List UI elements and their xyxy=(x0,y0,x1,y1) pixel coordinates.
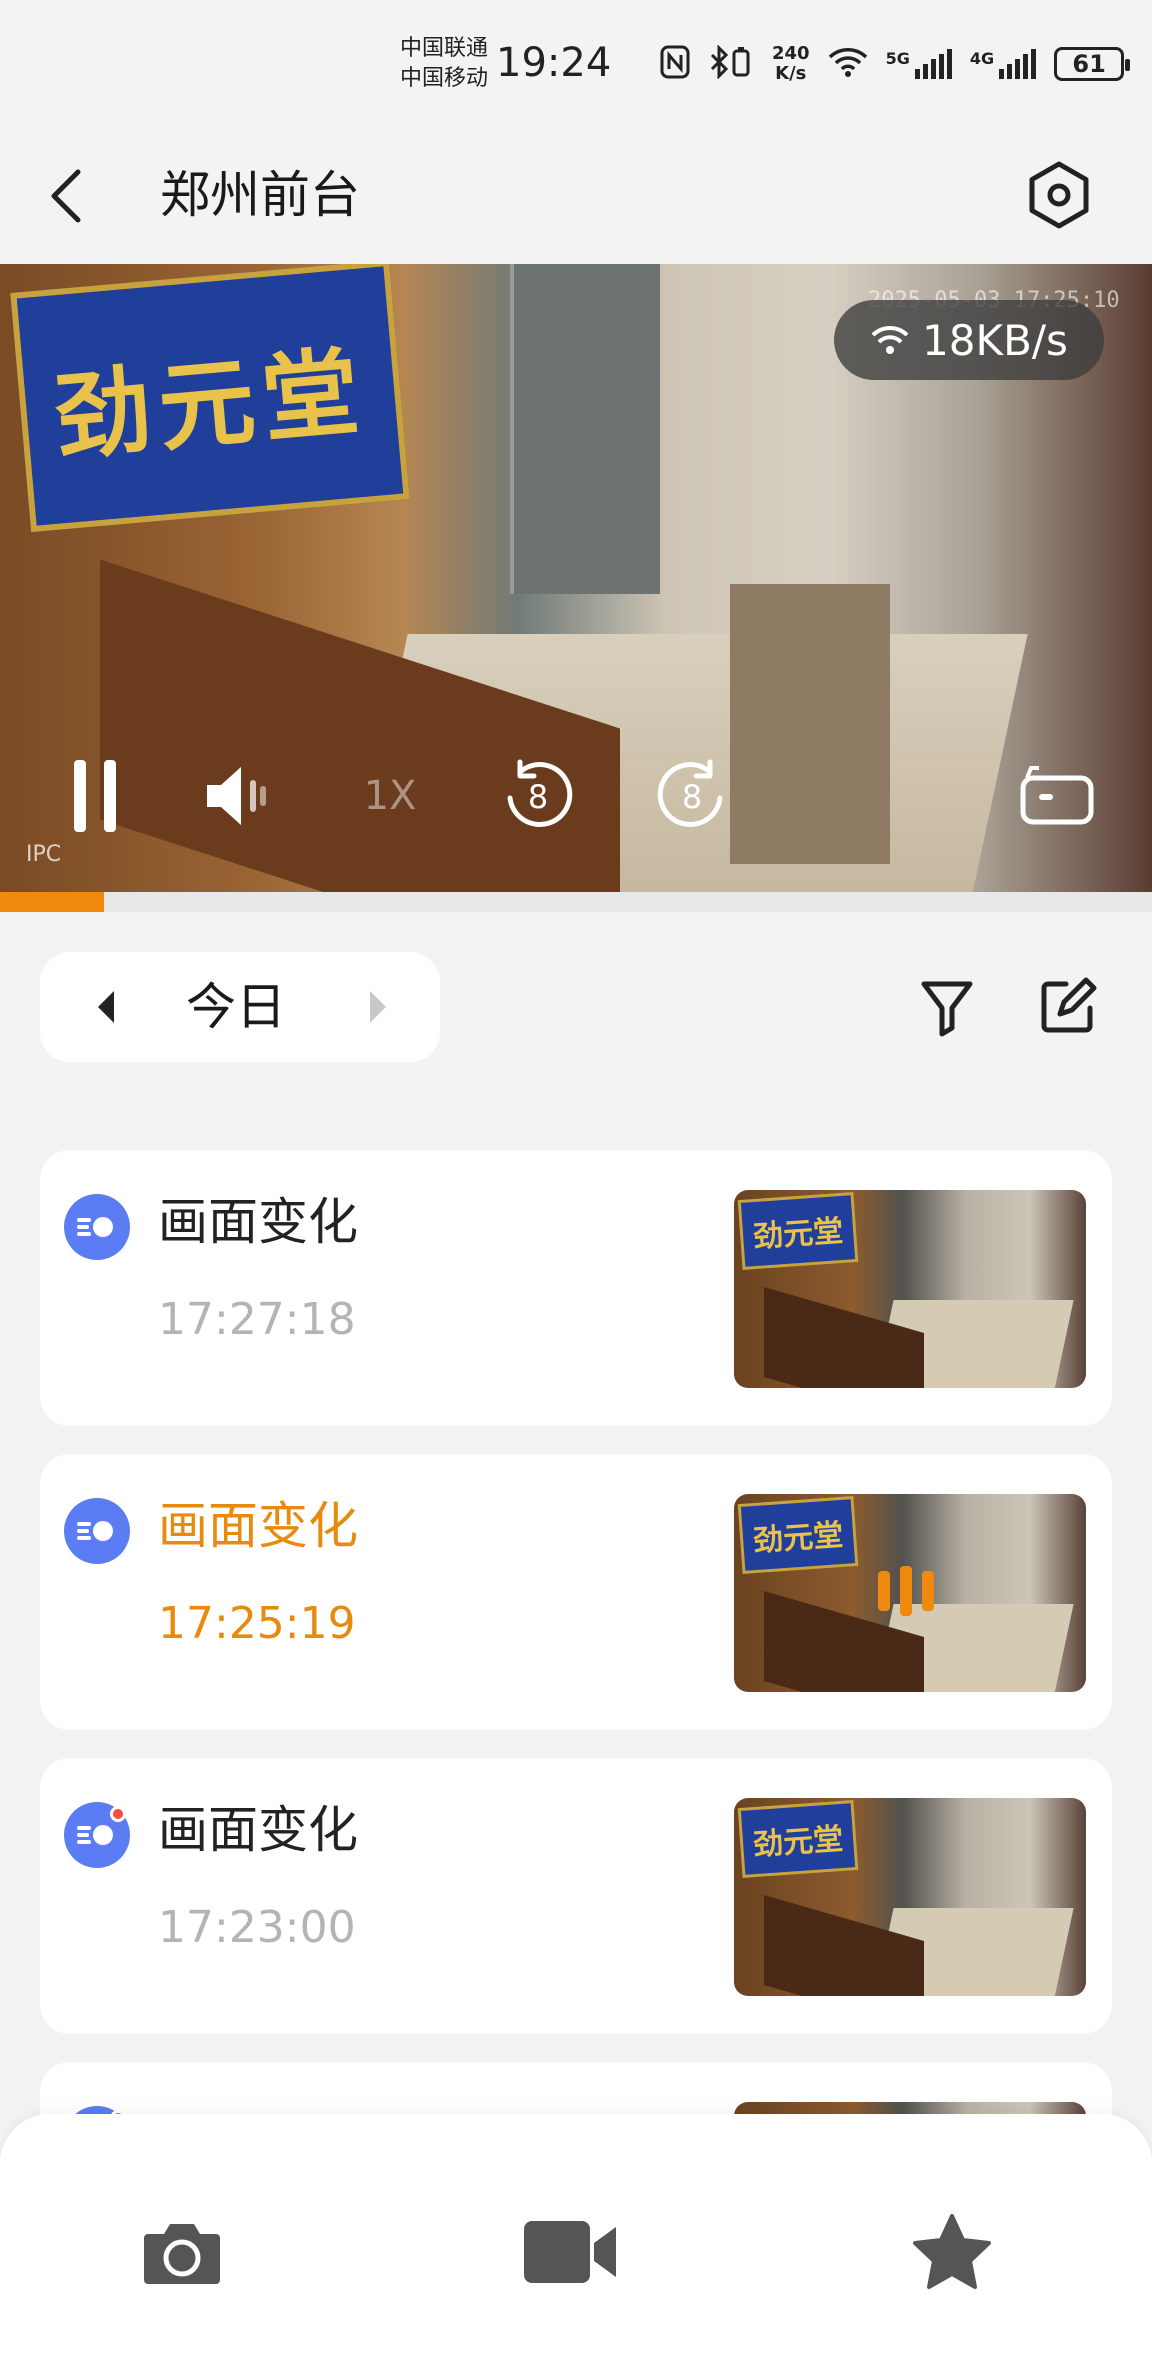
battery-icon: 61 xyxy=(1054,47,1131,81)
back-button[interactable] xyxy=(40,160,100,230)
date-selector: 今日 xyxy=(40,952,440,1062)
battery-level: 61 xyxy=(1072,50,1106,78)
previous-day-button[interactable] xyxy=(84,982,128,1032)
settings-button[interactable] xyxy=(1022,158,1096,232)
player-controls: 1X 8 8 xyxy=(0,746,1152,856)
filter-funnel-icon xyxy=(921,981,973,1037)
fullscreen-button[interactable] xyxy=(1012,746,1102,846)
event-item[interactable]: 画面变化 17:27:18 劲元堂 xyxy=(40,1150,1112,1426)
video-player[interactable]: 劲元堂 2025-05-03 17:25:10 18KB/s IPC 1X 8 … xyxy=(0,264,1152,892)
network-speed-unit: K/s xyxy=(775,63,807,84)
event-time: 17:27:18 xyxy=(158,1294,356,1345)
wifi-icon xyxy=(828,46,868,82)
bitrate-value: 18KB/s xyxy=(922,315,1068,365)
bluetooth-battery-icon xyxy=(708,44,754,83)
status-icons: 240 K/s 5G 4G 61 xyxy=(660,44,1131,84)
speaker-muted-icon xyxy=(207,767,266,825)
event-thumbnail[interactable]: 劲元堂 xyxy=(734,1190,1086,1388)
rewind-button[interactable]: 8 xyxy=(498,746,578,846)
event-item[interactable]: 画面变化 17:23:00 劲元堂 xyxy=(40,1758,1112,2034)
top-nav-bar: 郑州前台 xyxy=(0,130,1152,264)
mute-button[interactable] xyxy=(196,746,286,846)
star-icon xyxy=(913,2214,991,2289)
event-thumbnail[interactable]: 劲元堂 xyxy=(734,1798,1086,1996)
rewind-8s-icon: 8 xyxy=(507,759,573,827)
event-item-playing[interactable]: 画面变化 17:25:19 劲元堂 xyxy=(40,1454,1112,1730)
signal-5g-icon: 5G xyxy=(886,49,952,79)
mobile-2-label: 4G xyxy=(969,49,995,68)
event-time: 17:23:00 xyxy=(158,1902,356,1953)
network-speed-value: 240 xyxy=(772,43,810,64)
forward-seconds: 8 xyxy=(682,778,702,816)
carrier-2: 中国移动 xyxy=(400,66,489,91)
record-button[interactable] xyxy=(520,2204,620,2300)
event-time: 17:25:19 xyxy=(158,1598,356,1649)
caret-left-icon xyxy=(98,991,114,1023)
rewind-seconds: 8 xyxy=(528,778,548,816)
carrier-1: 中国联通 xyxy=(400,36,489,61)
motion-event-icon xyxy=(64,1802,130,1868)
event-title: 画面变化 xyxy=(158,1801,358,1859)
mobile-1-label: 5G xyxy=(885,49,910,68)
signal-4g-icon: 4G xyxy=(969,49,1037,79)
status-bar: 中国联通 中国移动 19:24 240 K/s 5G 4G 61 xyxy=(0,0,1152,130)
carrier-names: 中国联通 中国移动 xyxy=(400,34,488,94)
playback-speed-button[interactable]: 1X xyxy=(350,746,430,846)
page-title: 郑州前台 xyxy=(160,166,360,224)
status-clock: 19:24 xyxy=(496,40,612,86)
event-title: 画面变化 xyxy=(158,1497,358,1555)
filter-button[interactable] xyxy=(916,976,978,1038)
unread-dot xyxy=(110,1806,126,1822)
video-scene-door xyxy=(510,264,660,594)
bottom-action-bar xyxy=(0,2114,1152,2376)
app-screen: 中国联通 中国移动 19:24 240 K/s 5G 4G 61 郑州前台 劲元… xyxy=(0,0,1152,2376)
next-day-button[interactable] xyxy=(356,982,400,1032)
forward-8s-icon: 8 xyxy=(657,759,723,827)
event-thumbnail[interactable]: 劲元堂 xyxy=(734,1494,1086,1692)
now-playing-icon xyxy=(878,1566,934,1616)
event-title: 画面变化 xyxy=(158,1193,358,1251)
forward-button[interactable]: 8 xyxy=(652,746,732,846)
thumbnail-plaque: 劲元堂 xyxy=(737,1496,859,1574)
snapshot-button[interactable] xyxy=(140,2204,224,2300)
video-scene-plaque: 劲元堂 xyxy=(10,264,410,533)
edit-pencil-icon xyxy=(1041,977,1097,1033)
pause-icon xyxy=(74,760,116,832)
event-list: 画面变化 17:27:18 劲元堂 画面变化 17:25:19 劲元堂 画面变化… xyxy=(40,1150,1112,2120)
event-item-partial[interactable] xyxy=(40,2062,1112,2120)
landscape-rotate-icon xyxy=(1020,766,1094,825)
thumbnail-plaque: 劲元堂 xyxy=(737,1800,859,1878)
playback-progress-bar[interactable] xyxy=(0,892,1152,912)
edit-button[interactable] xyxy=(1036,976,1098,1038)
caret-right-icon xyxy=(370,991,386,1023)
favorite-button[interactable] xyxy=(910,2204,994,2300)
hexagon-settings-icon xyxy=(1029,161,1089,229)
thumbnail-plaque: 劲元堂 xyxy=(737,1192,859,1270)
camera-icon xyxy=(144,2224,220,2284)
date-label: 今日 xyxy=(186,978,286,1036)
nfc-icon xyxy=(660,45,690,83)
playback-progress-fill xyxy=(0,892,104,912)
motion-event-icon xyxy=(64,1194,130,1260)
bitrate-badge: 18KB/s xyxy=(834,300,1104,380)
network-speed: 240 K/s xyxy=(772,44,810,84)
pause-button[interactable] xyxy=(60,746,130,846)
motion-event-icon xyxy=(64,1498,130,1564)
chevron-left-icon xyxy=(51,169,81,223)
video-camera-icon xyxy=(524,2221,616,2283)
wifi-icon xyxy=(871,325,909,354)
